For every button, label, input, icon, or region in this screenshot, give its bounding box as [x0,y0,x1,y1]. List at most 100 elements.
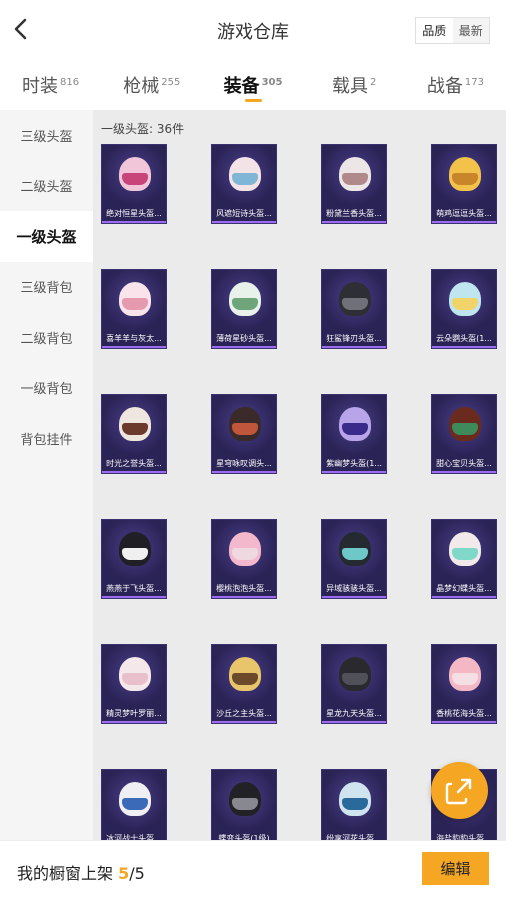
item-image [322,770,386,832]
tab-label: 装备 [223,76,260,97]
helmet-visor [122,673,148,685]
item-name: 纷享河花头盔... [326,834,382,840]
item-card[interactable]: 粉黛兰香头盔... [321,144,387,224]
item-card[interactable]: 蝶变头盔(1级) [211,769,277,840]
item-image [102,145,166,207]
helmet-visor [232,798,258,810]
sidebar-item-level3-backpack[interactable]: 三级背包 [0,262,93,313]
sort-newest-button[interactable]: 最新 [453,18,490,43]
sidebar-item-level3-helmet[interactable]: 三级头盔 [0,110,93,161]
item-card[interactable]: 萌鸡逗逗头盔... [431,144,497,224]
tab-fashion[interactable]: 时装 816 [0,62,101,108]
tab-label: 战备 [426,76,463,97]
item-image [212,145,276,207]
rarity-bar [432,471,496,473]
tab-label: 枪械 [123,76,160,97]
item-name: 蝶变头盔(1级) [218,834,270,840]
helmet-visor [452,673,478,685]
sidebar-item-level1-backpack[interactable]: 一级背包 [0,363,93,414]
item-card[interactable]: 冰河战士头盔... [101,769,167,840]
item-image [432,645,496,707]
rarity-bar [102,346,166,348]
sidebar-item-level2-backpack[interactable]: 二级背包 [0,312,93,363]
item-card[interactable]: 云朵鹦头盔(1... [431,269,497,349]
item-image [432,270,496,332]
item-name: 海盐豹豹头盔... [436,834,492,840]
item-card[interactable]: 精灵梦叶罗丽... [101,644,167,724]
tab-equipment[interactable]: 装备 305 [202,62,303,108]
item-card[interactable]: 狂鲨锋刃头盔... [321,269,387,349]
rarity-bar [432,346,496,348]
item-image [102,645,166,707]
helmet-visor [342,423,368,435]
helmet-visor [342,673,368,685]
sidebar-item-backpack-pendant[interactable]: 背包挂件 [0,413,93,464]
item-card[interactable]: 异域骇骇头盔... [321,519,387,599]
category-tabs: 时装 816 枪械 255 装备 305 载具 2 战备 173 [0,62,506,108]
sidebar-item-level1-helmet[interactable]: 一级头盔 [0,211,93,262]
tab-count: 2 [370,77,377,88]
helmet-visor [232,673,258,685]
section-label: 一级头盔: 36件 [101,122,185,136]
helmet-visor [232,423,258,435]
edit-button[interactable]: 编辑 [422,852,489,885]
sort-quality-button[interactable]: 品质 [416,18,453,43]
item-image [212,645,276,707]
helmet-visor [452,548,478,560]
helmet-visor [342,298,368,310]
tab-vehicles[interactable]: 载具 2 [304,62,405,108]
rarity-bar [322,721,386,723]
item-image [212,270,276,332]
item-card[interactable]: 风遮短诗头盔... [211,144,277,224]
item-card[interactable]: 樱桃泡泡头盔... [211,519,277,599]
helmet-visor [342,173,368,185]
sidebar-item-level2-helmet[interactable]: 二级头盔 [0,161,93,212]
item-image [322,395,386,457]
helmet-visor [232,548,258,560]
item-card[interactable]: 紫幽梦头盔(1... [321,394,387,474]
item-image [212,770,276,832]
item-card[interactable]: 晶梦幻蝶头盔... [431,519,497,599]
helmet-visor [452,298,478,310]
item-card[interactable]: 绝对恒星头盔... [101,144,167,224]
share-button[interactable] [431,762,488,819]
tab-count: 816 [60,77,80,88]
helmet-visor [122,298,148,310]
item-card[interactable]: 星穹咏叹调头... [211,394,277,474]
item-image [432,145,496,207]
tab-count: 173 [464,77,484,88]
item-card[interactable]: 纷享河花头盔... [321,769,387,840]
sort-toggle: 品质 最新 [415,17,490,44]
item-card[interactable]: 时光之誉头盔... [101,394,167,474]
rarity-bar [102,221,166,223]
item-card[interactable]: 香桃花海头盔... [431,644,497,724]
rarity-bar [212,596,276,598]
item-card[interactable]: 甜心宝贝头盔... [431,394,497,474]
header-bar: 游戏仓库 品质 最新 [0,0,506,60]
tab-count: 255 [161,77,181,88]
rarity-bar [212,221,276,223]
tab-weapons[interactable]: 枪械 255 [101,62,202,108]
item-image [432,520,496,582]
rarity-bar [212,346,276,348]
item-card[interactable]: 薄荷星砂头盔... [211,269,277,349]
item-image [102,770,166,832]
helmet-visor [452,423,478,435]
item-image [322,520,386,582]
showcase-label: 我的橱窗上架 [17,864,114,883]
item-card[interactable]: 星龙九天头盔... [321,644,387,724]
item-card[interactable]: 燕燕于飞头盔... [101,519,167,599]
rarity-bar [212,471,276,473]
helmet-visor [122,798,148,810]
item-image [102,395,166,457]
showcase-total: /5 [129,864,145,883]
showcase-footer: 我的橱窗上架 5/5 编辑 [0,840,506,898]
showcase-status: 我的橱窗上架 5/5 [17,860,145,884]
helmet-visor [122,423,148,435]
rarity-bar [102,471,166,473]
rarity-bar [102,721,166,723]
item-card[interactable]: 沙丘之主头盔... [211,644,277,724]
item-card[interactable]: 喜羊羊与灰太... [101,269,167,349]
tab-tactical[interactable]: 战备 173 [405,62,506,108]
helmet-visor [342,548,368,560]
